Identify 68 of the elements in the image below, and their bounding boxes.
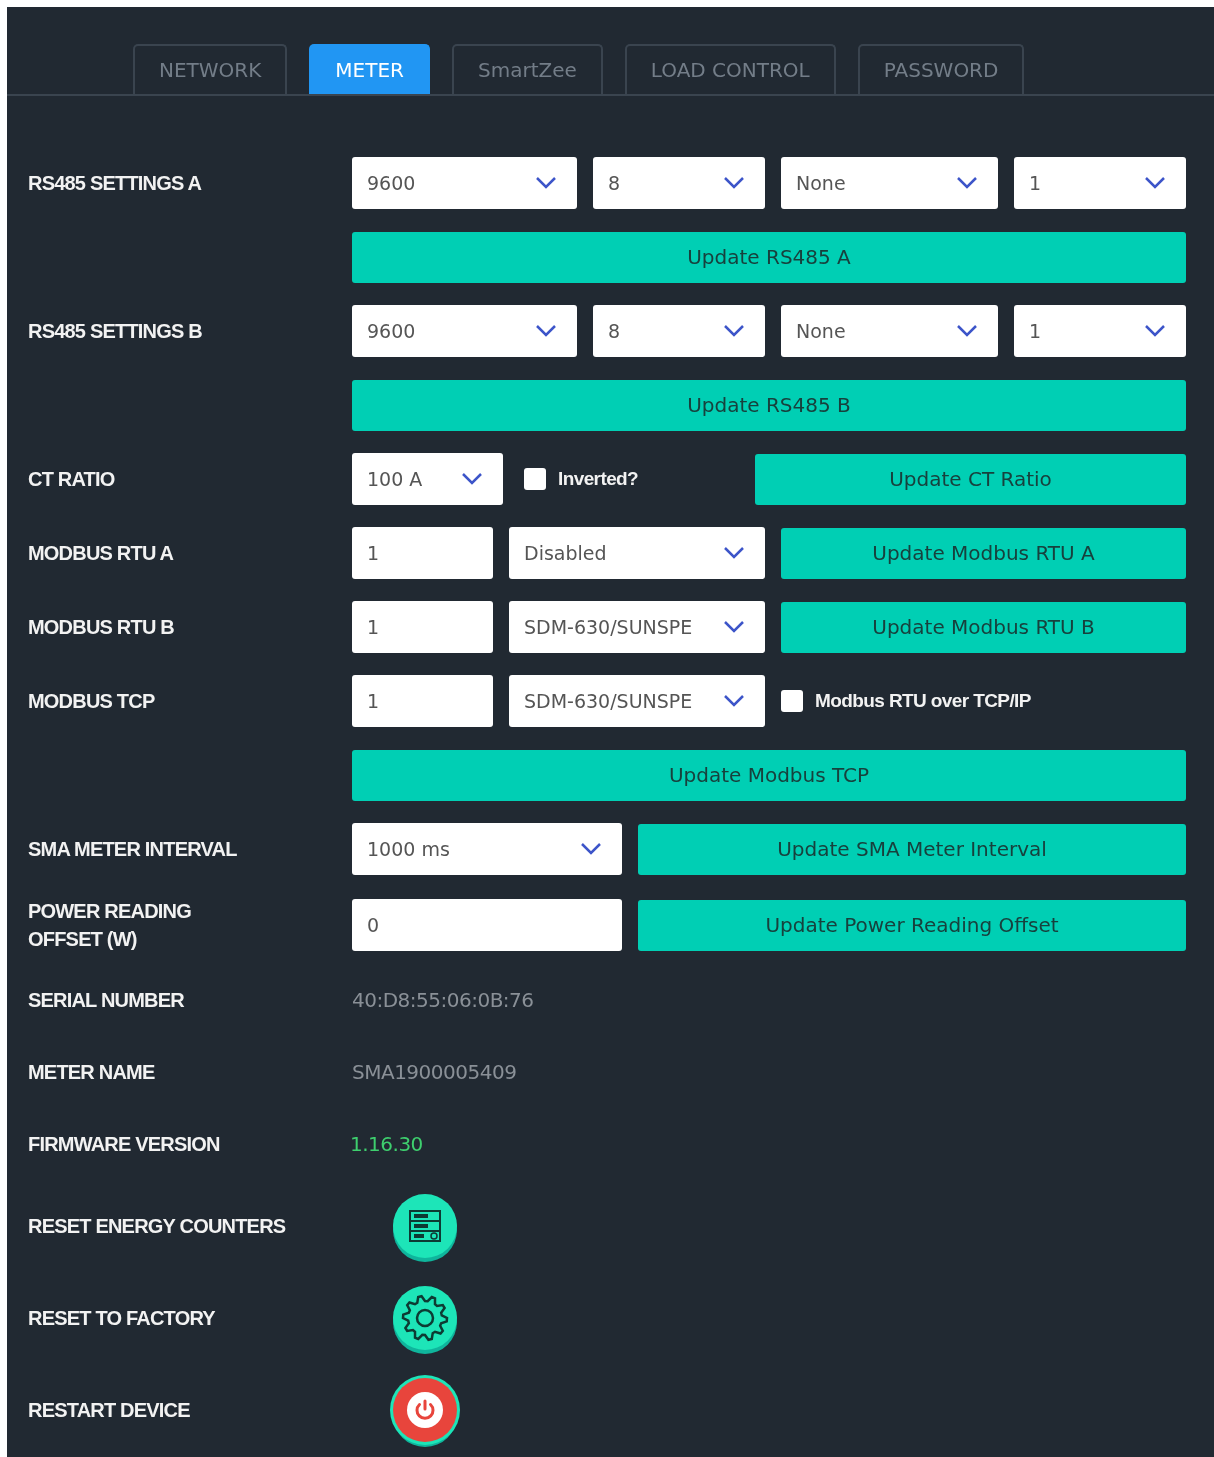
tab[interactable]: NETWORK [133, 44, 288, 94]
value-text: 40:D8:55:06:0B:76 [352, 988, 534, 1012]
setting-label: CT RATIO [28, 467, 116, 492]
chevron-down-icon [1144, 176, 1166, 190]
server-icon [407, 1208, 443, 1244]
tab[interactable]: PASSWORD [857, 44, 1025, 94]
setting-label: RESET TO FACTORY [28, 1306, 216, 1331]
update-button[interactable]: Update Modbus RTU A [781, 527, 1186, 579]
setting-label: POWER READING OFFSET (W) [28, 899, 192, 952]
dropdown[interactable]: SDM-630/SUNSPE [509, 601, 765, 653]
chevron-down-icon [535, 176, 557, 190]
setting-label: RESTART DEVICE [28, 1398, 191, 1423]
update-button[interactable]: Update Modbus TCP [352, 749, 1186, 801]
action-button[interactable] [393, 1286, 457, 1350]
setting-label: MODBUS TCP [28, 689, 156, 714]
checkbox-label: Inverted? [558, 468, 639, 490]
tab[interactable]: SmartZee [452, 44, 603, 94]
input-field[interactable]: 1 [352, 527, 493, 579]
dropdown[interactable]: 100 A [352, 453, 503, 505]
chevron-down-icon [1144, 324, 1166, 338]
gear-icon [401, 1294, 449, 1342]
dropdown[interactable]: 9600 [352, 157, 577, 209]
dropdown[interactable]: 1 [1014, 305, 1186, 357]
chevron-down-icon [956, 324, 978, 338]
setting-label: SERIAL NUMBER [28, 988, 185, 1013]
setting-label: MODBUS RTU B [28, 615, 175, 640]
tab[interactable]: LOAD CONTROL [624, 44, 836, 94]
update-button[interactable]: Update SMA Meter Interval [638, 823, 1186, 875]
chevron-down-icon [580, 842, 602, 856]
dropdown[interactable]: 9600 [352, 305, 577, 357]
input-field[interactable]: 0 [352, 899, 622, 951]
chevron-down-icon [723, 694, 745, 708]
dropdown[interactable]: 8 [593, 157, 765, 209]
power-icon [407, 1392, 443, 1428]
chevron-down-icon [723, 176, 745, 190]
dropdown[interactable]: Disabled [509, 527, 765, 579]
dropdown[interactable]: SDM-630/SUNSPE [509, 675, 765, 727]
checkbox-label: Modbus RTU over TCP/IP [815, 690, 1031, 712]
chevron-down-icon [956, 176, 978, 190]
update-button[interactable]: Update Power Reading Offset [638, 899, 1186, 951]
setting-label: MODBUS RTU A [28, 541, 175, 566]
chevron-down-icon [535, 324, 557, 338]
update-button[interactable]: Update RS485 A [352, 231, 1186, 283]
chevron-down-icon [723, 620, 745, 634]
action-button[interactable] [393, 1194, 457, 1258]
setting-label: FIRMWARE VERSION [28, 1132, 221, 1157]
setting-label: RS485 SETTINGS A [28, 171, 203, 196]
update-button[interactable]: Update RS485 B [352, 379, 1186, 431]
update-button[interactable]: Update Modbus RTU B [781, 601, 1186, 653]
dropdown[interactable]: 1 [1014, 157, 1186, 209]
checkbox[interactable] [781, 690, 803, 712]
chevron-down-icon [461, 472, 483, 486]
checkbox[interactable] [524, 468, 546, 490]
setting-label: RS485 SETTINGS B [28, 319, 203, 344]
setting-label: METER NAME [28, 1060, 156, 1085]
update-button[interactable]: Update CT Ratio [755, 453, 1186, 505]
input-field[interactable]: 1 [352, 675, 493, 727]
dropdown[interactable]: 8 [593, 305, 765, 357]
setting-label: SMA METER INTERVAL [28, 837, 238, 862]
value-text: 1.16.30 [350, 1132, 423, 1156]
chevron-down-icon [723, 546, 745, 560]
dropdown[interactable]: None [781, 157, 998, 209]
dropdown[interactable]: 1000 ms [352, 823, 622, 875]
dropdown[interactable]: None [781, 305, 998, 357]
setting-label: RESET ENERGY COUNTERS [28, 1214, 287, 1239]
input-field[interactable]: 1 [352, 601, 493, 653]
chevron-down-icon [723, 324, 745, 338]
value-text: SMA1900005409 [352, 1060, 517, 1084]
